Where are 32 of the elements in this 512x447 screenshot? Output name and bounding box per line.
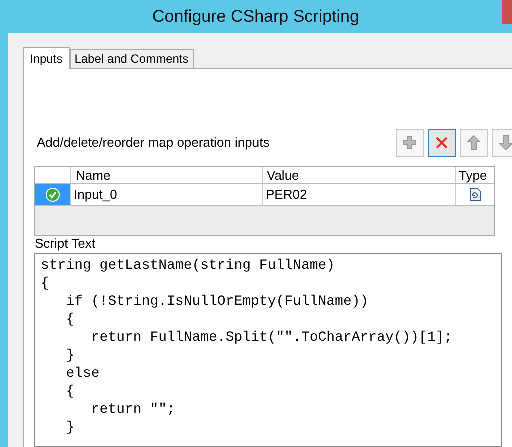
document-icon [470, 188, 480, 201]
code-line: { [41, 275, 50, 293]
down-button[interactable] [492, 129, 512, 157]
close-icon [435, 136, 449, 150]
check-circle-icon [46, 188, 60, 202]
section-label: Add/delete/reorder map operation inputs [37, 134, 270, 152]
plus-icon [403, 136, 417, 150]
delete-button[interactable] [428, 129, 456, 157]
code-line: string getLastName(string FullName) [41, 257, 336, 275]
code-line: } [65, 419, 75, 437]
code-line: } [65, 347, 75, 365]
column-header: Value [263, 167, 456, 183]
code-line: else [65, 365, 100, 383]
add-button[interactable] [396, 129, 424, 157]
table-cell: Input_0 [71, 184, 263, 205]
tab[interactable]: Inputs [23, 47, 70, 69]
column-header: Name [71, 167, 263, 183]
column-header: Type [458, 167, 488, 183]
code-line: if (!String.IsNullOrEmpty(FullName)) [65, 293, 369, 311]
code-line: { [65, 311, 75, 329]
section-label: Script Text [35, 237, 96, 251]
code-line: { [65, 383, 75, 401]
arrow-down-icon [499, 135, 512, 151]
code-line: return FullName.Split("".ToCharArray())[1]; [90, 329, 453, 347]
up-button[interactable] [460, 129, 488, 157]
window-title: Configure CSharp Scripting [152, 6, 360, 28]
row-header[interactable] [35, 184, 71, 205]
script-editor[interactable]: string getLastName(string FullName) { if (!String.IsNullOrEmpty(FullName)) { return FullName.Split("".ToCharArray())[1]; } else { return ""; } [34, 253, 502, 447]
code-line: return ""; [90, 401, 176, 419]
tab[interactable]: Label and Comments [70, 49, 194, 68]
table-cell: PER02 [263, 184, 456, 205]
arrow-up-icon [467, 135, 481, 151]
